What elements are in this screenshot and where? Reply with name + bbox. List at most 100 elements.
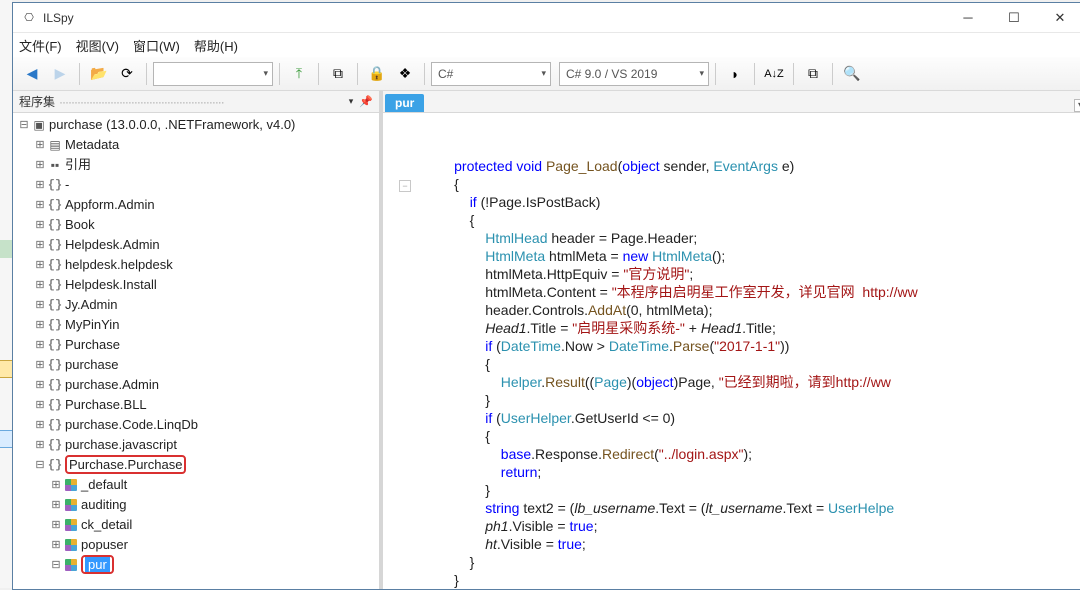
tree-node[interactable]: ⊟pur [17, 555, 379, 575]
expand-toggle[interactable]: ⊞ [49, 475, 63, 495]
tree-header-dropdown-icon[interactable]: ▾ [349, 96, 354, 107]
tree-node[interactable]: ⊞{}Helpdesk.Admin [17, 235, 379, 255]
tree-node-label: purchase [65, 355, 118, 375]
tree-node-label: Helpdesk.Admin [65, 235, 160, 255]
expand-toggle[interactable]: ⊞ [33, 355, 47, 375]
tree-node[interactable]: ⊞ ck_detail [17, 515, 379, 535]
tree-node[interactable]: ⊞{}purchase.Admin [17, 375, 379, 395]
menu-view[interactable]: 视图(V) [76, 36, 119, 55]
active-tab[interactable]: pur [385, 94, 424, 112]
class-icon [63, 539, 79, 551]
expand-toggle[interactable]: ⊞ [33, 135, 47, 155]
tree-node-label: ck_detail [81, 515, 132, 535]
menu-file[interactable]: 文件(F) [19, 36, 62, 55]
tree-node[interactable]: ⊞{}purchase [17, 355, 379, 375]
tree-node-label: auditing [81, 495, 127, 515]
tree-node[interactable]: ⊟{}Purchase.Purchase [17, 455, 379, 475]
expand-toggle[interactable]: ⊞ [33, 375, 47, 395]
tree-node[interactable]: ⊞{}Purchase.BLL [17, 395, 379, 415]
tree-node[interactable]: ⊞popuser [17, 535, 379, 555]
expand-toggle[interactable]: ⊞ [33, 155, 47, 175]
nav-back-button[interactable]: ◀ [19, 61, 45, 87]
open-button[interactable]: 📂 [86, 61, 112, 87]
expand-toggle[interactable]: ⊞ [33, 295, 47, 315]
tree-node[interactable]: ⊞▤Metadata [17, 135, 379, 155]
expand-toggle[interactable]: ⊞ [33, 335, 47, 355]
expand-toggle[interactable]: ⊟ [49, 555, 63, 575]
menu-help[interactable]: 帮助(H) [194, 36, 238, 55]
tab-overflow-button[interactable]: ▾ [1074, 99, 1080, 112]
titlebar[interactable]: ⎔ ILSpy ─ ☐ ✕ [13, 3, 1080, 33]
show-internal-button[interactable]: 🔒 [364, 61, 390, 87]
tree-node[interactable]: ⊞ auditing [17, 495, 379, 515]
tree-header-grip: ········································… [59, 95, 347, 109]
expand-toggle[interactable]: ⊞ [33, 395, 47, 415]
tree-header[interactable]: 程序集 ····································… [13, 91, 379, 113]
expand-toggle[interactable]: ⊟ [17, 115, 31, 135]
search-button[interactable]: 🔍 [839, 61, 865, 87]
namespace-icon: {} [47, 235, 63, 255]
expand-toggle[interactable]: ⊞ [33, 235, 47, 255]
class-icon [63, 499, 79, 511]
tree-node[interactable]: ⊟▣purchase (13.0.0.0, .NETFramework, v4.… [17, 115, 379, 135]
tree-node-label: Book [65, 215, 95, 235]
show-baseclass-button[interactable]: ❖ [392, 61, 418, 87]
language-combo[interactable]: C#▾ [431, 62, 551, 86]
tree-node[interactable]: ⊞{}purchase.javascript [17, 435, 379, 455]
app-window: ⎔ ILSpy ─ ☐ ✕ 文件(F) 视图(V) 窗口(W) 帮助(H) ◀ … [12, 2, 1080, 590]
namespace-icon: {} [47, 315, 63, 335]
tree-node[interactable]: ⊞{}Book [17, 215, 379, 235]
pin-icon[interactable]: 📌 [359, 95, 373, 108]
version-combo[interactable]: C# 9.0 / VS 2019▾ [559, 62, 709, 86]
ambient-side-strip [0, 0, 12, 588]
expand-toggle[interactable]: ⊞ [33, 195, 47, 215]
sort-button[interactable]: A↓Z [761, 61, 787, 87]
tree-node-label: Purchase [65, 335, 120, 355]
nav-forward-button[interactable]: ▶ [47, 61, 73, 87]
assembly-tree[interactable]: ⊟▣purchase (13.0.0.0, .NETFramework, v4.… [13, 113, 379, 589]
expand-toggle[interactable]: ⊞ [49, 515, 63, 535]
tree-node[interactable]: ⊞{}MyPinYin [17, 315, 379, 335]
expand-toggle[interactable]: ⊞ [33, 435, 47, 455]
tree-node[interactable]: ⊞{}Jy.Admin [17, 295, 379, 315]
theme-toggle-button[interactable]: ◗ [722, 61, 748, 87]
code-viewer[interactable]: − protected void Page_Load(object sender… [383, 113, 1080, 589]
expand-toggle[interactable]: ⊞ [49, 535, 63, 555]
code-pane: pur ▾ − protected void Page_Load(object … [383, 91, 1080, 589]
expand-toggle[interactable]: ⊟ [33, 455, 47, 475]
tree-node-label: Purchase.Purchase [65, 455, 186, 475]
expand-toggle[interactable]: ⊞ [49, 495, 63, 515]
tree-node[interactable]: ⊞{}- [17, 175, 379, 195]
tree-node[interactable]: ⊞{}Appform.Admin [17, 195, 379, 215]
namespace-icon: {} [47, 195, 63, 215]
tree-node[interactable]: ⊞{}purchase.Code.LinqDb [17, 415, 379, 435]
tree-node-label: purchase.javascript [65, 435, 177, 455]
expand-toggle[interactable]: ⊞ [33, 315, 47, 335]
expand-toggle[interactable]: ⊞ [33, 175, 47, 195]
namespace-icon: {} [47, 415, 63, 435]
minimize-button[interactable]: ─ [945, 3, 991, 33]
menu-window[interactable]: 窗口(W) [133, 36, 180, 55]
expand-toggle[interactable]: ⊞ [33, 415, 47, 435]
tree-node[interactable]: ⊞{}Helpdesk.Install [17, 275, 379, 295]
tree-node-label: helpdesk.helpdesk [65, 255, 173, 275]
tree-node-label: purchase.Code.LinqDb [65, 415, 198, 435]
expand-toggle[interactable]: ⊞ [33, 215, 47, 235]
close-button[interactable]: ✕ [1037, 3, 1080, 33]
tree-node-label: _default [81, 475, 127, 495]
tree-node[interactable]: ⊞▪▪引用 [17, 155, 379, 175]
show-private-button[interactable]: ⧉ [325, 61, 351, 87]
collapse-all-button[interactable]: ⤒ [286, 61, 312, 87]
tree-node[interactable]: ⊞ _default [17, 475, 379, 495]
namespace-icon: {} [47, 375, 63, 395]
menubar: 文件(F) 视图(V) 窗口(W) 帮助(H) [13, 33, 1080, 57]
maximize-button[interactable]: ☐ [991, 3, 1037, 33]
assembly-icon: ▣ [31, 115, 47, 135]
refresh-button[interactable]: ⟳ [114, 61, 140, 87]
new-tab-button[interactable]: ⧉ [800, 61, 826, 87]
expand-toggle[interactable]: ⊞ [33, 275, 47, 295]
tree-node[interactable]: ⊞{}helpdesk.helpdesk [17, 255, 379, 275]
expand-toggle[interactable]: ⊞ [33, 255, 47, 275]
tree-node[interactable]: ⊞{}Purchase [17, 335, 379, 355]
search-combo[interactable]: ▾ [153, 62, 273, 86]
